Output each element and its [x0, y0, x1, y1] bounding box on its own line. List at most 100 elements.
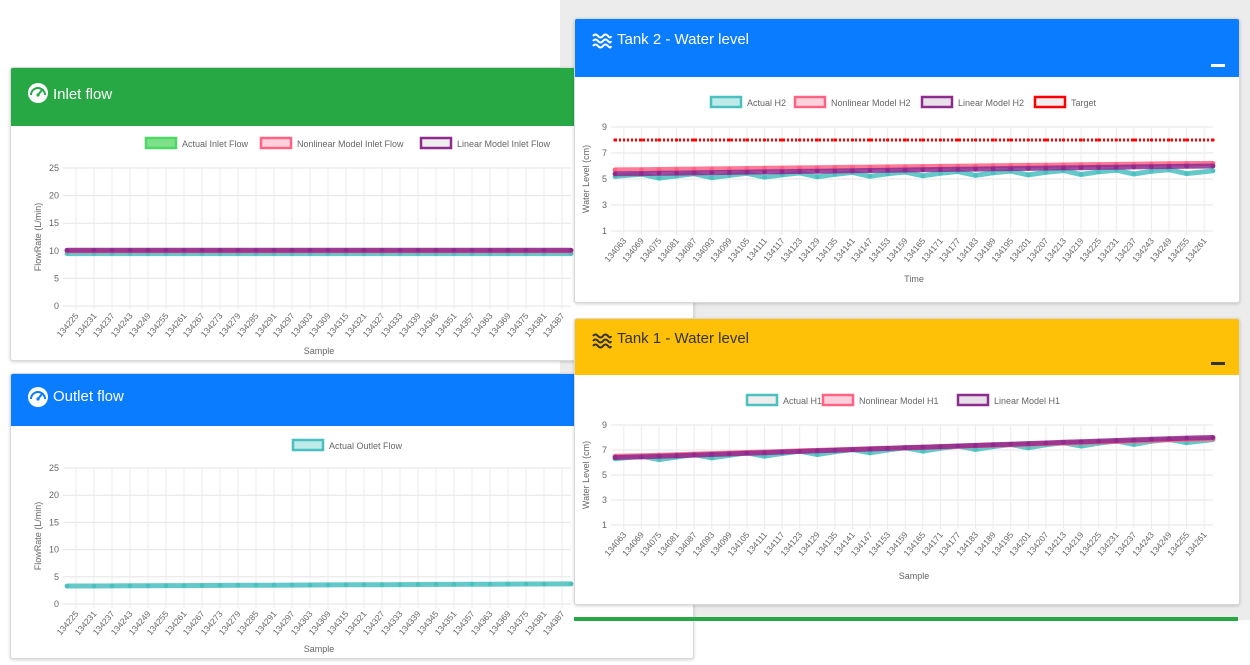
y-tick-label: 3 — [602, 200, 607, 210]
legend-item: Actual H1 — [745, 393, 822, 407]
data-point — [343, 247, 349, 253]
data-point — [920, 173, 926, 179]
y-tick-label: 1 — [602, 226, 607, 236]
legend-swatch — [821, 393, 855, 407]
data-point — [1025, 165, 1031, 171]
data-point — [451, 581, 457, 587]
data-point — [726, 451, 732, 457]
legend-item: Linear Model H1 — [956, 393, 1060, 407]
data-point — [64, 583, 70, 589]
data-point — [674, 453, 679, 459]
data-point — [109, 247, 115, 253]
data-point — [1009, 138, 1013, 142]
data-point — [379, 582, 385, 588]
y-tick-label: 5 — [602, 174, 607, 184]
legend-swatch — [793, 95, 827, 109]
data-point — [505, 247, 511, 253]
y-tick-label: 10 — [49, 545, 59, 555]
legend-label: Actual H2 — [747, 98, 786, 108]
data-point — [163, 247, 169, 253]
data-point — [744, 450, 750, 456]
data-point — [289, 247, 295, 253]
data-point — [1184, 171, 1190, 176]
data-point — [1096, 165, 1102, 170]
data-point — [990, 166, 996, 172]
data-point — [1131, 171, 1137, 177]
x-axis-title: Time — [904, 274, 924, 284]
data-point — [797, 169, 803, 174]
data-point — [920, 444, 926, 450]
data-point — [568, 247, 574, 253]
legend-label: Linear Model H1 — [994, 396, 1060, 406]
data-point — [638, 171, 644, 176]
data-point — [1113, 164, 1119, 170]
data-point — [868, 138, 872, 142]
data-point — [253, 247, 259, 253]
data-point — [523, 581, 529, 587]
y-tick-label: 5 — [54, 273, 59, 283]
data-point — [1079, 138, 1083, 142]
legend-label: Linear Model Inlet Flow — [457, 139, 551, 149]
y-tick-label: 5 — [602, 470, 607, 480]
tank2-chart: Actual H2 Nonlinear Model H2 Linear Model … — [581, 95, 1216, 284]
data-point — [487, 247, 493, 253]
data-point — [1149, 138, 1154, 142]
y-axis-title: FlowRate (L/min) — [33, 502, 43, 571]
data-point — [833, 138, 837, 142]
data-point — [613, 138, 617, 142]
y-tick-label: 0 — [54, 301, 59, 311]
legend-label: Actual Outlet Flow — [329, 441, 403, 451]
data-point — [145, 247, 151, 253]
data-point — [656, 170, 662, 176]
y-tick-label: 9 — [602, 420, 607, 430]
data-point — [307, 582, 313, 588]
data-point — [902, 445, 908, 451]
data-point — [612, 455, 618, 460]
data-point — [691, 170, 697, 176]
data-point — [1008, 166, 1014, 171]
x-axis-title: Sample — [899, 571, 930, 581]
data-point — [523, 247, 529, 253]
card-title: Inlet flow — [53, 86, 113, 103]
data-point — [1061, 439, 1066, 445]
y-tick-label: 15 — [49, 517, 59, 527]
data-point — [289, 582, 295, 588]
y-tick-label: 1 — [602, 520, 607, 530]
data-point — [325, 582, 331, 588]
data-point — [1097, 138, 1101, 142]
legend-label: Nonlinear Model Inlet Flow — [297, 139, 404, 149]
data-point — [886, 138, 890, 142]
card-title: Tank 2 - Water level — [617, 31, 749, 48]
data-point — [163, 583, 169, 589]
data-point — [451, 247, 457, 253]
data-point — [271, 582, 277, 588]
data-point — [1078, 172, 1084, 177]
data-point — [397, 582, 403, 587]
data-point — [814, 168, 820, 174]
data-point — [656, 453, 662, 459]
data-point — [343, 582, 349, 588]
legend-item: Nonlinear Model H2 — [793, 95, 911, 109]
legend-label: Linear Model H2 — [958, 98, 1024, 108]
tank1-header: Tank 1 - Water level — [575, 319, 1239, 375]
data-point — [745, 138, 749, 142]
data-point — [145, 583, 151, 589]
legend-label: Target — [1071, 98, 1097, 108]
y-axis-title: FlowRate (L/min) — [33, 203, 43, 272]
data-point — [235, 582, 241, 588]
legend-item: Target — [1033, 95, 1097, 109]
data-point — [955, 166, 961, 172]
data-point — [779, 449, 785, 455]
data-point — [235, 247, 241, 253]
collapse-button[interactable] — [1211, 64, 1225, 67]
data-point — [674, 138, 679, 142]
data-point — [415, 247, 421, 253]
water-waves-icon — [592, 333, 612, 349]
legend-item: Actual Inlet Flow — [144, 136, 249, 150]
data-point — [127, 247, 133, 253]
data-point — [656, 175, 662, 181]
data-point — [1210, 163, 1216, 169]
collapse-button[interactable] — [1211, 362, 1225, 365]
data-point — [639, 138, 643, 142]
series-line — [67, 581, 572, 589]
